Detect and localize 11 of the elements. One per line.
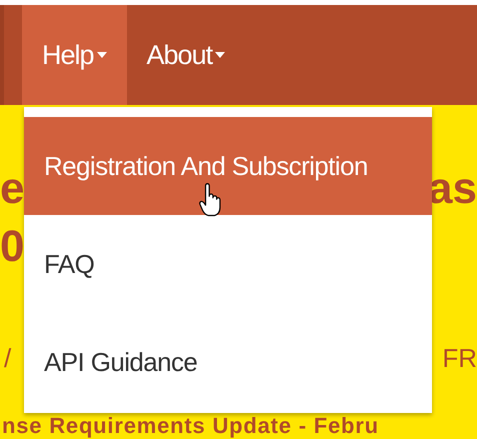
subtitle-text: FR	[442, 343, 477, 373]
heading-text: e	[0, 163, 24, 215]
nav-menu-item[interactable]: Help	[22, 5, 127, 105]
dropdown-item[interactable]: FAQ	[24, 215, 432, 313]
heading-text: 0	[0, 221, 24, 273]
nav-menu-item[interactable]: About	[126, 5, 246, 105]
subtitle-text: /	[4, 343, 12, 373]
dropdown-item[interactable]: API Guidance	[24, 313, 432, 411]
dropdown-item[interactable]: Registration And Subscription	[24, 117, 432, 215]
announcement-text: nse Requirements Update - Febru	[1, 414, 380, 438]
hand-cursor-icon	[198, 183, 222, 217]
